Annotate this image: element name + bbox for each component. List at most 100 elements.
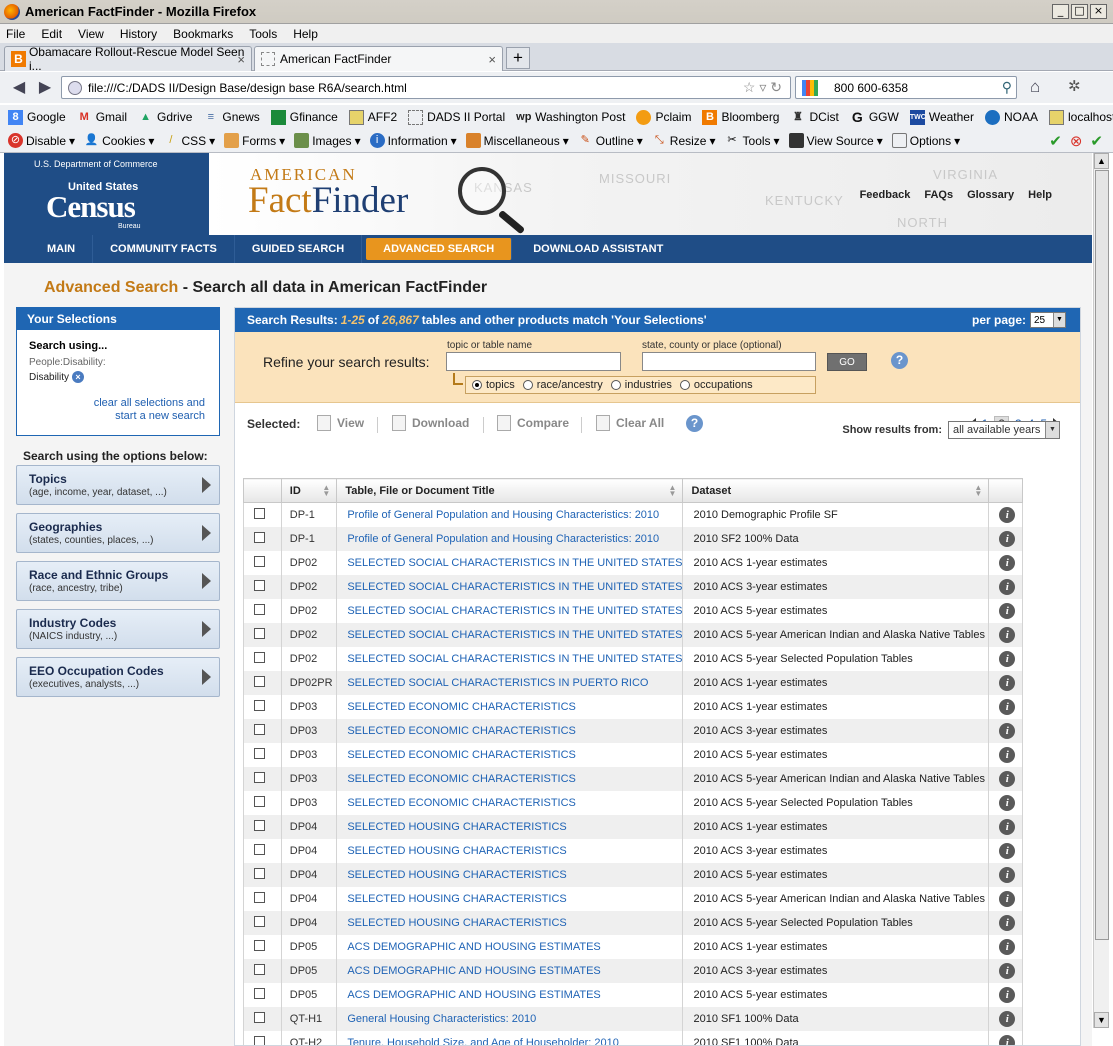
info-icon[interactable]: i: [999, 722, 1016, 739]
nav-advanced-search[interactable]: ADVANCED SEARCH: [366, 238, 513, 260]
place-input[interactable]: [642, 352, 816, 371]
close-tab-icon[interactable]: ×: [488, 52, 496, 67]
menu-view[interactable]: View: [78, 27, 104, 41]
row-checkbox[interactable]: [254, 963, 265, 975]
row-title-link[interactable]: General Housing Characteristics: 2010: [336, 1006, 684, 1031]
row-checkbox[interactable]: [254, 771, 265, 783]
row-checkbox[interactable]: [254, 531, 265, 543]
info-icon[interactable]: i: [999, 650, 1016, 667]
row-title-link[interactable]: SELECTED ECONOMIC CHARACTERISTICS: [336, 742, 684, 767]
info-icon[interactable]: i: [999, 986, 1016, 1003]
bookmark-washington-post[interactable]: wp Washington Post: [516, 110, 625, 125]
row-checkbox[interactable]: [254, 675, 265, 687]
google-search-icon[interactable]: [802, 79, 818, 96]
info-icon[interactable]: i: [999, 938, 1016, 955]
row-checkbox[interactable]: [254, 843, 265, 855]
info-icon[interactable]: i: [999, 602, 1016, 619]
back-icon[interactable]: ◀: [8, 77, 30, 99]
info-icon[interactable]: i: [999, 554, 1016, 571]
option-topics[interactable]: Topics (age, income, year, dataset, ...): [16, 465, 220, 505]
menu-history[interactable]: History: [120, 27, 157, 41]
remove-selection-icon[interactable]: ×: [72, 371, 85, 383]
row-checkbox[interactable]: [254, 579, 265, 591]
bookmark-star-icon[interactable]: ☆ ▿ ↻: [743, 79, 782, 96]
error-icon[interactable]: ⊗: [1070, 132, 1083, 150]
info-icon[interactable]: i: [999, 1010, 1016, 1027]
row-title-link[interactable]: SELECTED HOUSING CHARACTERISTICS: [336, 862, 684, 887]
url-bar[interactable]: file:///C:/DADS II/Design Base/design ba…: [61, 76, 791, 99]
bookmark-pclaim[interactable]: Pclaim: [636, 109, 691, 125]
row-title-link[interactable]: SELECTED HOUSING CHARACTERISTICS: [336, 838, 684, 863]
row-title-link[interactable]: ACS DEMOGRAPHIC AND HOUSING ESTIMATES: [336, 958, 684, 983]
search-icon[interactable]: ⚲: [1002, 79, 1012, 96]
info-icon[interactable]: i: [999, 818, 1016, 835]
clear-all-button[interactable]: Clear All: [596, 415, 664, 431]
menu-bookmarks[interactable]: Bookmarks: [173, 27, 233, 41]
per-page-select[interactable]: 25 ▼: [1030, 312, 1066, 328]
dev-outline[interactable]: ✎ Outline ▾: [578, 133, 643, 148]
info-icon[interactable]: i: [999, 530, 1016, 547]
dev-disable[interactable]: ⊘ Disable ▾: [8, 133, 75, 148]
bookmark-aff2[interactable]: AFF2: [348, 109, 397, 125]
row-checkbox[interactable]: [254, 507, 265, 519]
info-icon[interactable]: i: [999, 674, 1016, 691]
info-icon[interactable]: i: [999, 746, 1016, 763]
info-icon[interactable]: i: [999, 914, 1016, 931]
dev-tools[interactable]: ✂ Tools ▾: [725, 133, 779, 148]
faqs-link[interactable]: FAQs: [924, 189, 953, 201]
help-icon[interactable]: ?: [891, 352, 908, 369]
close-window-button[interactable]: ×: [1090, 4, 1107, 19]
row-title-link[interactable]: SELECTED SOCIAL CHARACTERISTICS IN THE U…: [336, 574, 684, 599]
row-title-link[interactable]: Tenure, Household Size, and Age of House…: [336, 1030, 684, 1045]
row-checkbox[interactable]: [254, 891, 265, 903]
new-tab-button[interactable]: +: [506, 47, 530, 69]
title-column-header[interactable]: Table, File or Document Title ▲ ▼: [336, 478, 684, 503]
scroll-down-icon[interactable]: ▼: [1094, 1012, 1109, 1028]
view-button[interactable]: View: [317, 415, 364, 431]
dev-cookies[interactable]: 👤 Cookies ▾: [84, 133, 155, 148]
page-scrollbar[interactable]: ▲ ▼: [1093, 153, 1109, 1028]
dev-forms[interactable]: Forms ▾: [224, 133, 285, 148]
home-icon[interactable]: ⌂: [1030, 77, 1040, 97]
feedback-link[interactable]: Feedback: [860, 189, 911, 201]
nav-download-assistant[interactable]: DOWNLOAD ASSISTANT: [516, 235, 680, 263]
row-title-link[interactable]: SELECTED SOCIAL CHARACTERISTICS IN THE U…: [336, 598, 684, 623]
help-icon[interactable]: ?: [686, 415, 703, 432]
info-icon[interactable]: i: [999, 506, 1016, 523]
search-box[interactable]: 800 600-6358 ⚲: [795, 76, 1017, 99]
addon-bug-icon[interactable]: ✲: [1068, 77, 1081, 95]
menu-file[interactable]: File: [6, 27, 25, 41]
info-icon[interactable]: i: [999, 626, 1016, 643]
minimize-button[interactable]: _: [1052, 4, 1069, 19]
compare-button[interactable]: Compare: [497, 415, 569, 431]
bookmark-gmail[interactable]: M Gmail: [77, 110, 127, 125]
id-column-header[interactable]: ID ▲ ▼: [280, 478, 338, 503]
option-industry-codes[interactable]: Industry Codes (NAICS industry, ...): [16, 609, 220, 649]
row-checkbox[interactable]: [254, 699, 265, 711]
row-title-link[interactable]: SELECTED ECONOMIC CHARACTERISTICS: [336, 766, 684, 791]
row-checkbox[interactable]: [254, 987, 265, 999]
row-checkbox[interactable]: [254, 747, 265, 759]
menu-help[interactable]: Help: [293, 27, 318, 41]
check-icon[interactable]: ✔: [1049, 132, 1062, 150]
row-title-link[interactable]: Profile of General Population and Housin…: [336, 526, 684, 551]
go-button[interactable]: GO: [827, 353, 867, 371]
row-checkbox[interactable]: [254, 795, 265, 807]
dev-miscellaneous[interactable]: Miscellaneous ▾: [465, 133, 569, 148]
census-logo[interactable]: U.S. Department of Commerce United State…: [4, 153, 209, 235]
info-icon[interactable]: i: [999, 962, 1016, 979]
bookmark-localhost[interactable]: localhost: [1048, 109, 1113, 125]
scroll-up-icon[interactable]: ▲: [1094, 153, 1109, 169]
tab-american-factfinder[interactable]: American FactFinder ×: [254, 46, 503, 71]
row-title-link[interactable]: SELECTED SOCIAL CHARACTERISTICS IN PUERT…: [336, 670, 684, 695]
dev-images[interactable]: Images ▾: [294, 133, 361, 148]
tab-obamacare[interactable]: B Obamacare Rollout-Rescue Model Seen i.…: [4, 45, 252, 73]
bookmark-gnews[interactable]: ≡ Gnews: [203, 110, 260, 125]
row-checkbox[interactable]: [254, 819, 265, 831]
row-title-link[interactable]: SELECTED SOCIAL CHARACTERISTICS IN THE U…: [336, 550, 684, 575]
info-icon[interactable]: i: [999, 1034, 1016, 1045]
menu-tools[interactable]: Tools: [249, 27, 277, 41]
maximize-button[interactable]: □: [1071, 4, 1088, 19]
american-factfinder-logo[interactable]: FactFinder: [248, 179, 408, 222]
dev-information[interactable]: i Information ▾: [369, 133, 457, 148]
